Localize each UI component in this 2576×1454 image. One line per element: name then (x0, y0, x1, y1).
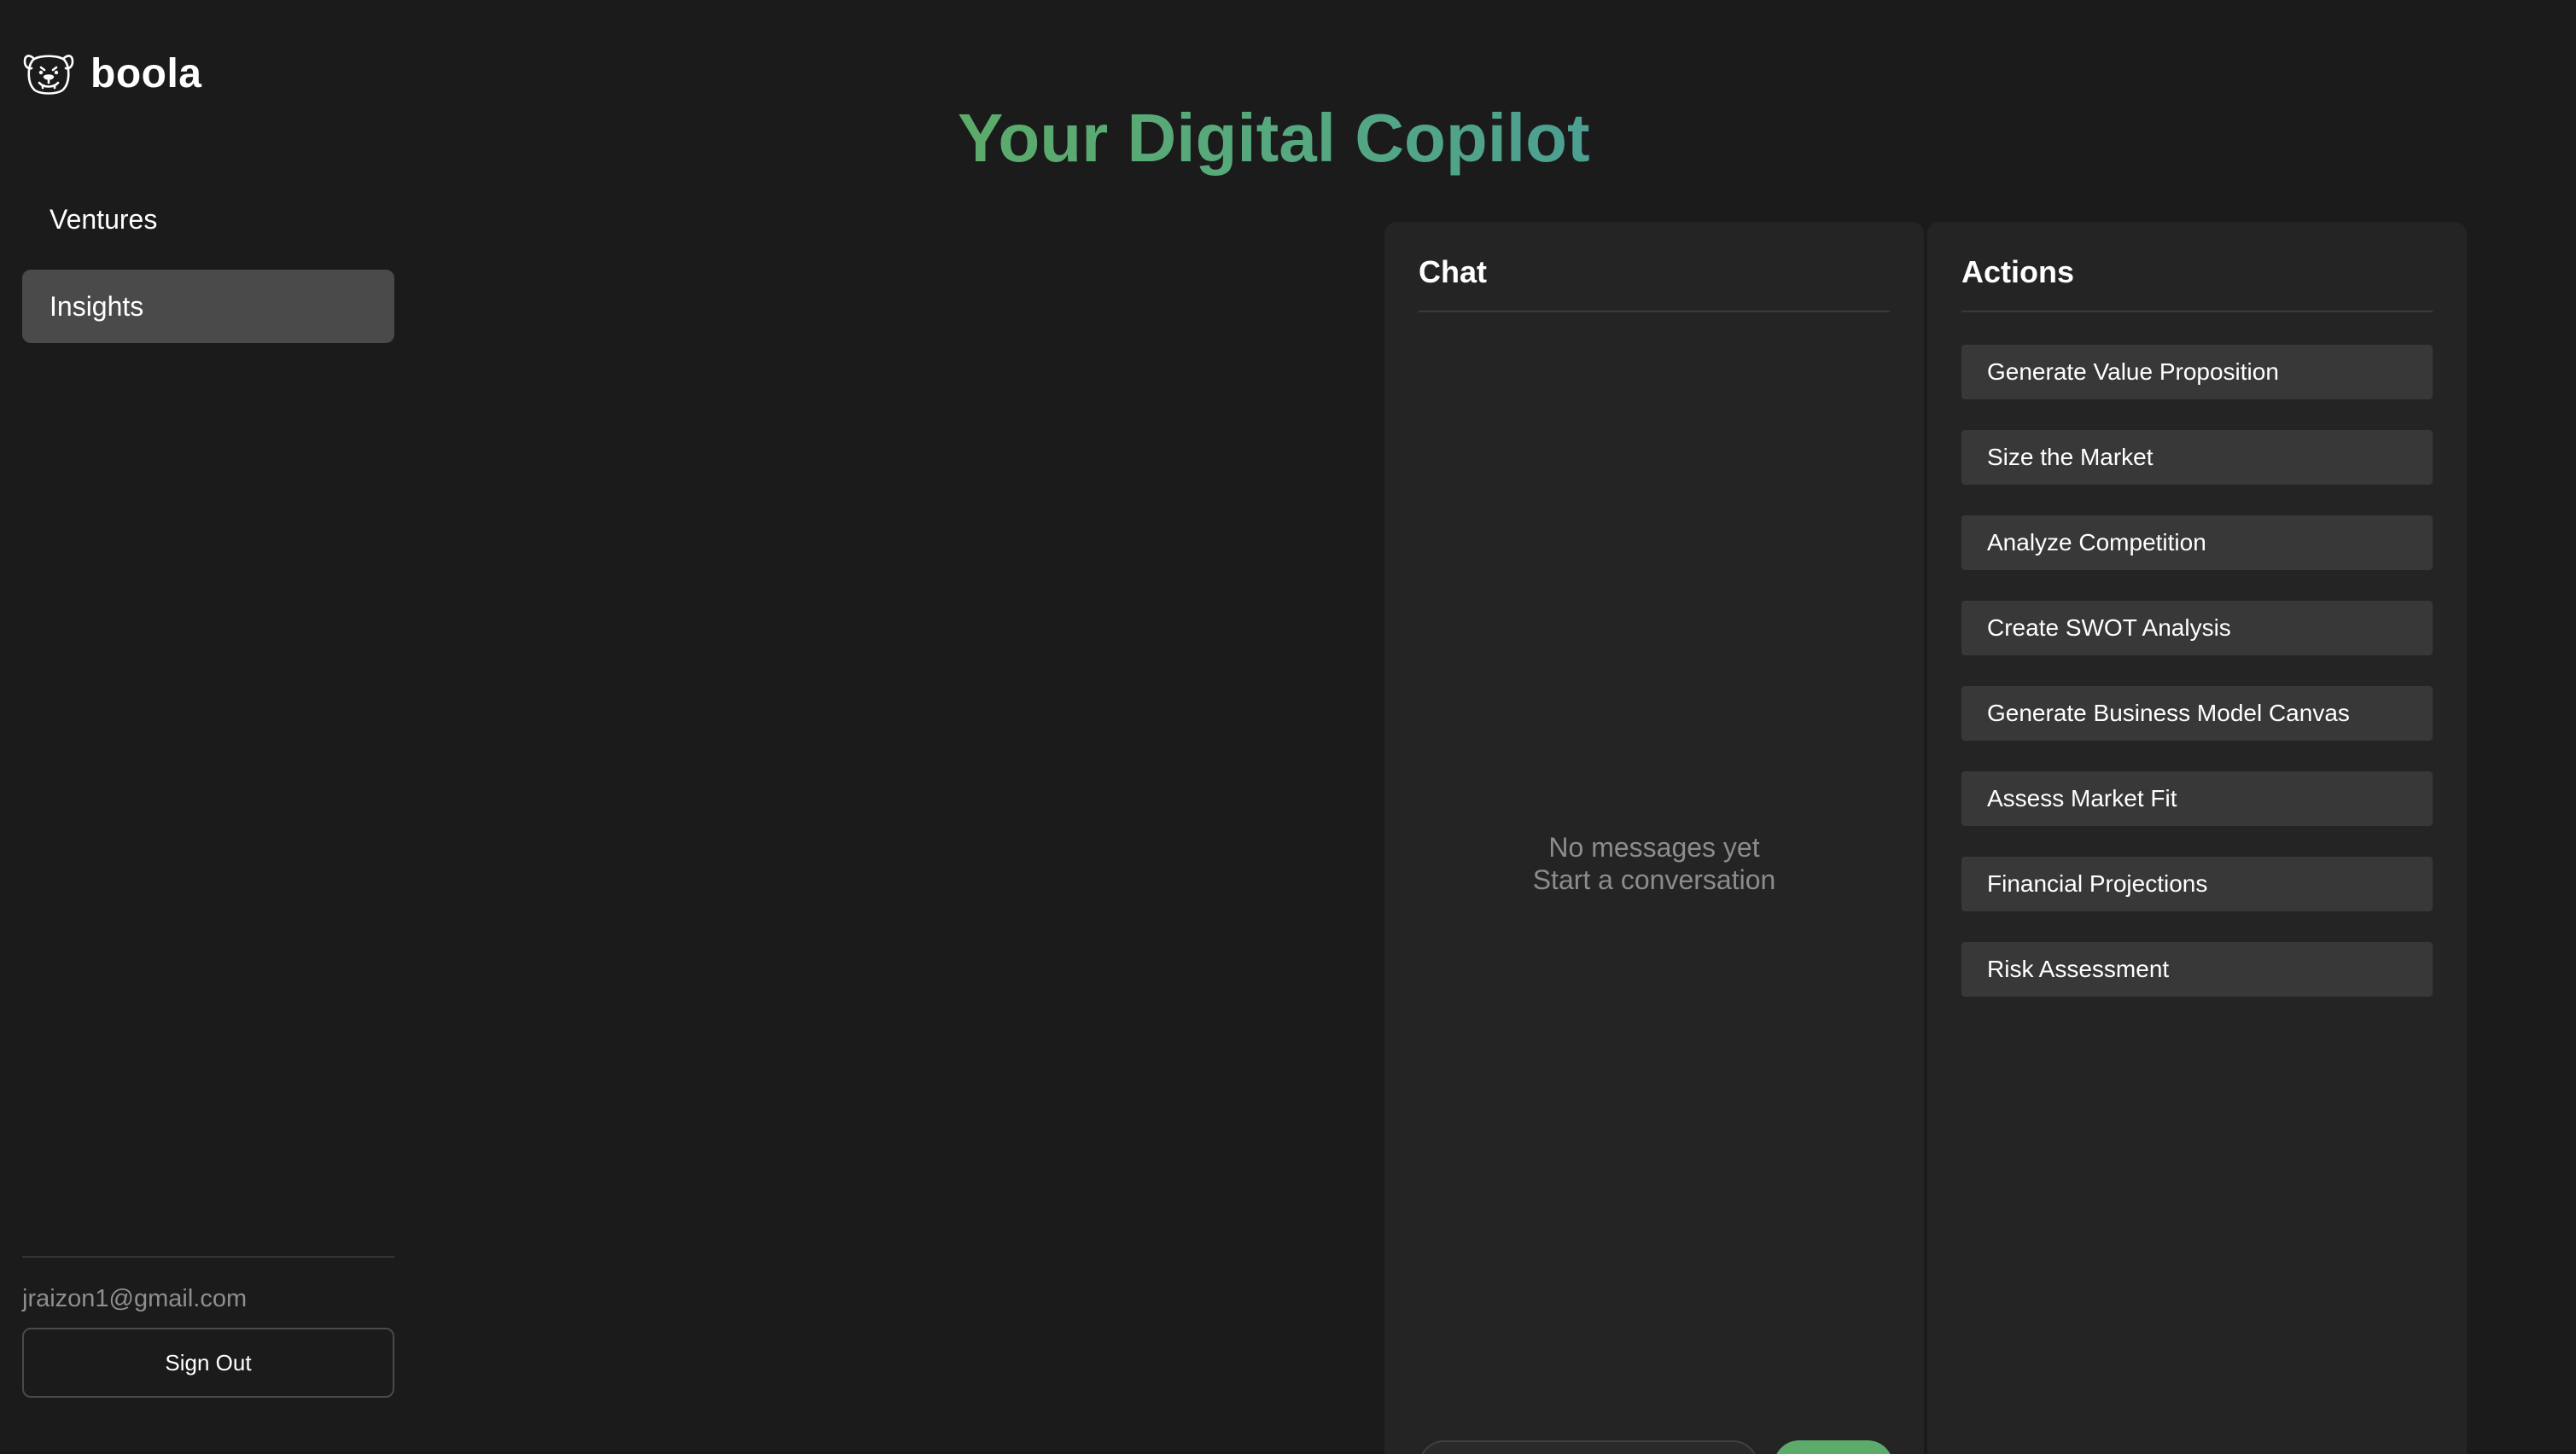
chat-message-input[interactable] (1419, 1440, 1758, 1454)
page-title: Your Digital Copilot (958, 100, 1590, 176)
action-assess-market-fit-button[interactable]: Assess Market Fit (1961, 771, 2433, 826)
sidebar: boola Ventures Insights jraizon1@gmail.c… (0, 0, 410, 1454)
sign-out-button[interactable]: Sign Out (22, 1328, 394, 1398)
sidebar-item-insights[interactable]: Insights (22, 270, 394, 343)
sidebar-divider (22, 1256, 394, 1258)
chat-empty-title: No messages yet (1548, 832, 1760, 863)
chat-header: Chat (1419, 254, 1890, 312)
action-generate-business-model-canvas-button[interactable]: Generate Business Model Canvas (1961, 686, 2433, 741)
actions-header: Actions (1961, 254, 2433, 312)
action-financial-projections-button[interactable]: Financial Projections (1961, 857, 2433, 911)
chat-empty-state: No messages yet Start a conversation (1384, 831, 1924, 896)
chat-empty-subtitle: Start a conversation (1532, 864, 1776, 895)
action-generate-value-proposition-button[interactable]: Generate Value Proposition (1961, 345, 2433, 399)
action-size-the-market-button[interactable]: Size the Market (1961, 430, 2433, 485)
send-button[interactable] (1774, 1440, 1893, 1454)
brand-name: boola (90, 50, 202, 96)
sidebar-item-ventures[interactable]: Ventures (22, 183, 394, 256)
actions-list: Generate Value Proposition Size the Mark… (1961, 345, 2433, 1027)
action-analyze-competition-button[interactable]: Analyze Competition (1961, 515, 2433, 570)
actions-panel: Actions Generate Value Proposition Size … (1927, 222, 2467, 1454)
brand[interactable]: boola (22, 48, 202, 99)
action-risk-assessment-button[interactable]: Risk Assessment (1961, 942, 2433, 997)
chat-panel: Chat No messages yet Start a conversatio… (1384, 222, 1924, 1454)
user-email: jraizon1@gmail.com (22, 1285, 248, 1312)
app-window: boola Ventures Insights jraizon1@gmail.c… (0, 0, 2576, 1454)
sidebar-nav: Ventures Insights (22, 183, 394, 357)
bulldog-icon (23, 55, 74, 95)
action-create-swot-analysis-button[interactable]: Create SWOT Analysis (1961, 601, 2433, 655)
